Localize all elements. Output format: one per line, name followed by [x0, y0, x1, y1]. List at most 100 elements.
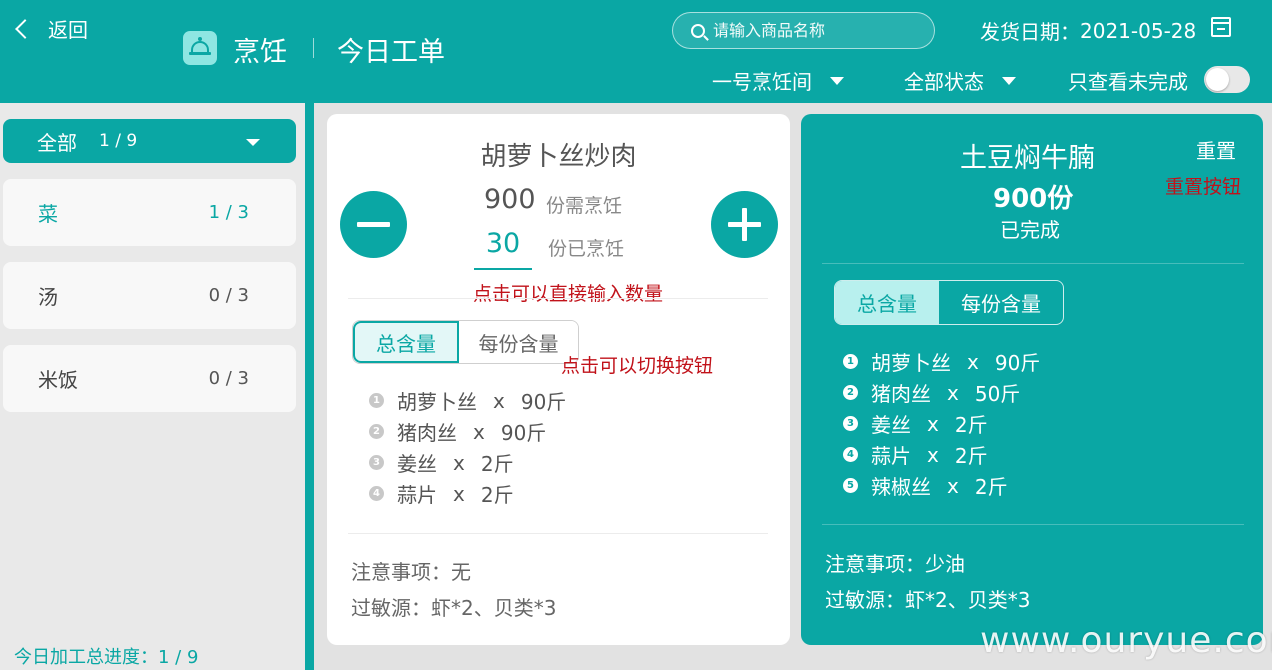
ingredient-amount: 50斤 — [974, 382, 1021, 406]
content-mode-tabs: 总含量 每份含量 — [834, 280, 1064, 325]
ingredient-name: 猪肉丝 — [397, 421, 457, 445]
list-item: 1 胡萝卜丝 x 90斤 — [843, 346, 1040, 377]
ingredient-times: x — [967, 349, 979, 374]
category-label: 米饭 — [38, 368, 78, 392]
back-label: 返回 — [48, 18, 88, 42]
list-item: 4 蒜片 x 2斤 — [843, 439, 1040, 470]
increase-button[interactable] — [711, 191, 778, 258]
ingredient-number: 2 — [369, 424, 384, 439]
ingredient-number: 4 — [843, 447, 858, 462]
station-dropdown[interactable]: 一号烹饪间 — [712, 66, 844, 95]
ingredient-times: x — [493, 388, 505, 413]
category-all-count: 1 / 9 — [99, 131, 138, 151]
toggle-label: 只查看未完成 — [1068, 70, 1188, 94]
search-icon — [691, 23, 705, 38]
header: 返回 烹饪 今日工单 发货日期： 2021-05-28 一号烹饪间 全部状态 只… — [0, 0, 1272, 103]
category-all-label: 全部 — [37, 130, 77, 155]
ingredient-name: 猪肉丝 — [871, 382, 931, 406]
ingredient-number: 5 — [843, 478, 858, 493]
ingredient-times: x — [927, 442, 939, 467]
ingredient-times: x — [947, 380, 959, 405]
app-name: 烹饪 — [233, 37, 287, 68]
header-divider — [313, 38, 314, 58]
ingredient-list: 1 胡萝卜丝 x 90斤 2 猪肉丝 x 50斤 3 姜丝 x 2斤 4 蒜片 x 2斤 5 辣椒丝 x 2斤 — [843, 346, 1040, 501]
category-count: 0 / 3 — [208, 368, 249, 389]
notes-text: 注意事项：无 — [351, 560, 471, 584]
ingredient-name: 姜丝 — [397, 452, 437, 476]
list-item: 2 猪肉丝 x 50斤 — [843, 377, 1040, 408]
ingredient-times: x — [453, 481, 465, 506]
list-item: 5 辣椒丝 x 2斤 — [843, 470, 1040, 501]
total-progress: 今日加工总进度：1 / 9 — [14, 647, 199, 668]
list-item: 2 猪肉丝 x 90斤 — [369, 416, 566, 447]
ingredient-amount: 90斤 — [994, 351, 1041, 375]
cooked-qty-label: 份已烹饪 — [548, 238, 625, 260]
dish-title: 胡萝卜丝炒肉 — [480, 142, 637, 172]
annotation-input-hint: 点击可以直接输入数量 — [473, 283, 664, 305]
tab-total-content[interactable]: 总含量 — [835, 281, 939, 324]
category-item-soup[interactable]: 汤 0 / 3 — [3, 262, 296, 329]
annotation-reset-hint: 重置按钮 — [1165, 176, 1242, 198]
ingredient-amount: 2斤 — [954, 413, 988, 437]
tab-per-serving[interactable]: 每份含量 — [939, 281, 1063, 324]
chevron-left-icon — [15, 18, 35, 39]
annotation-tab-hint: 点击可以切换按钮 — [561, 355, 714, 377]
back-button[interactable]: 返回 — [14, 14, 88, 43]
caret-down-icon — [1002, 76, 1016, 85]
list-item: 1 胡萝卜丝 x 90斤 — [369, 385, 566, 416]
list-item: 4 蒜片 x 2斤 — [369, 478, 566, 509]
ingredient-name: 姜丝 — [871, 413, 911, 437]
unfinished-only-toggle[interactable] — [1204, 66, 1250, 93]
ingredient-times: x — [453, 450, 465, 475]
toggle-knob — [1206, 68, 1229, 91]
ingredient-number: 3 — [843, 416, 858, 431]
status-dropdown-label: 全部状态 — [904, 70, 984, 94]
cooked-qty-input[interactable]: 30 — [474, 224, 532, 270]
divider — [822, 263, 1244, 264]
cloche-icon — [183, 31, 217, 65]
ingredient-times: x — [927, 411, 939, 436]
reset-button[interactable]: 重置 — [1196, 135, 1236, 164]
completed-qty: 900份 — [993, 184, 1074, 214]
list-item: 3 姜丝 x 2斤 — [843, 408, 1040, 439]
ingredient-name: 蒜片 — [397, 483, 437, 507]
search-box[interactable] — [672, 12, 935, 49]
ingredient-number: 4 — [369, 486, 384, 501]
ingredient-amount: 2斤 — [480, 483, 514, 507]
category-label: 汤 — [38, 285, 58, 309]
search-input[interactable] — [713, 21, 913, 40]
ingredient-amount: 2斤 — [480, 452, 514, 476]
required-qty-label: 份需烹饪 — [546, 195, 623, 217]
allergens-text: 过敏源：虾*2、贝类*3 — [825, 588, 1031, 612]
decrease-button[interactable] — [340, 191, 407, 258]
calendar-icon[interactable] — [1211, 17, 1231, 37]
divider — [822, 524, 1244, 525]
ship-date-label: 发货日期： — [980, 20, 1080, 44]
status-dropdown[interactable]: 全部状态 — [904, 66, 1016, 95]
ingredient-amount: 2斤 — [974, 475, 1008, 499]
category-item-rice[interactable]: 米饭 0 / 3 — [3, 345, 296, 412]
sidebar-divider — [305, 103, 314, 670]
category-label: 菜 — [38, 202, 58, 226]
category-all-dropdown[interactable]: 全部 1 / 9 — [3, 119, 296, 163]
ingredient-name: 胡萝卜丝 — [871, 351, 951, 375]
notes-text: 注意事项：少油 — [825, 552, 965, 576]
ingredient-times: x — [947, 473, 959, 498]
allergens-text: 过敏源：虾*2、贝类*3 — [351, 596, 557, 620]
category-item-dishes[interactable]: 菜 1 / 3 — [3, 179, 296, 246]
ingredient-number: 1 — [369, 393, 384, 408]
category-count: 1 / 3 — [208, 202, 249, 223]
ship-date-value: 2021-05-28 — [1080, 18, 1197, 43]
category-sidebar: 全部 1 / 9 菜 1 / 3 汤 0 / 3 米饭 0 / 3 今日加工总进… — [0, 103, 305, 670]
ingredient-number: 1 — [843, 354, 858, 369]
plus-icon — [742, 208, 747, 241]
minus-icon — [357, 222, 390, 227]
ingredient-list: 1 胡萝卜丝 x 90斤 2 猪肉丝 x 90斤 3 姜丝 x 2斤 4 蒜片 x 2斤 — [369, 385, 566, 509]
tab-total-content[interactable]: 总含量 — [353, 321, 459, 363]
required-qty: 900 — [484, 184, 536, 215]
ingredient-number: 3 — [369, 455, 384, 470]
ingredient-amount: 90斤 — [500, 421, 547, 445]
ingredient-name: 胡萝卜丝 — [397, 390, 477, 414]
station-dropdown-label: 一号烹饪间 — [712, 70, 812, 94]
dish-title: 土豆焖牛腩 — [960, 143, 1095, 174]
